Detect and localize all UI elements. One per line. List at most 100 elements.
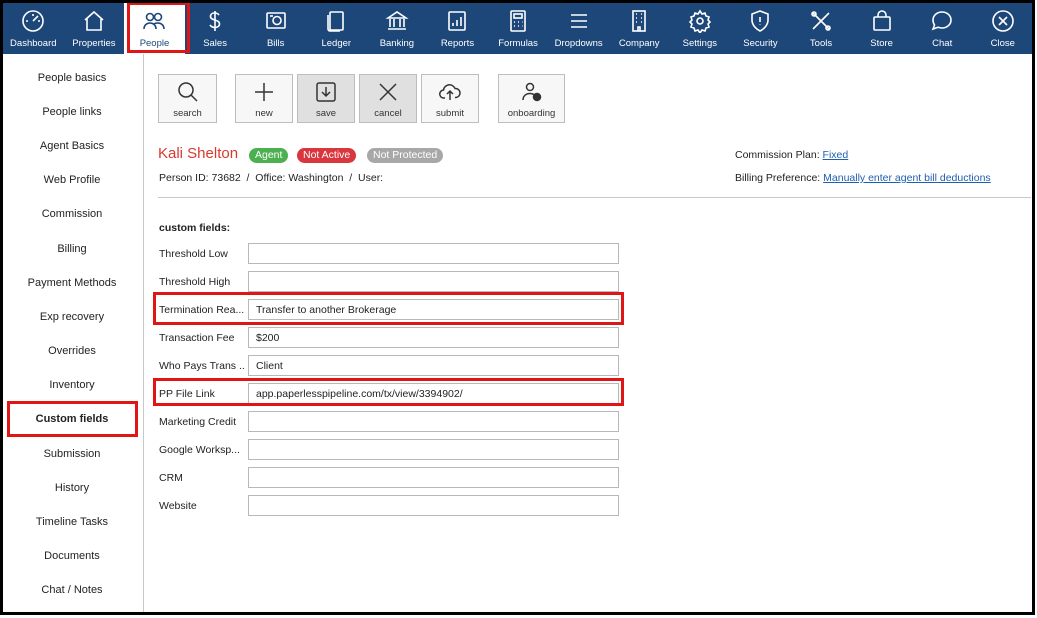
nav-label: Store (870, 38, 893, 49)
nav-security[interactable]: Security (730, 3, 791, 54)
nav-label: Banking (379, 38, 415, 49)
crm-input[interactable] (248, 467, 619, 488)
nav-label: Reports (440, 38, 475, 49)
nav-sales[interactable]: Sales (185, 3, 246, 54)
sidebar-item-people-links[interactable]: People links (3, 106, 141, 118)
save-icon (314, 79, 338, 105)
close-icon (991, 7, 1015, 35)
commission-plan-info: Commission Plan: Fixed (735, 149, 848, 161)
nav-company[interactable]: Company (609, 3, 670, 54)
cancel-button[interactable]: cancel (359, 74, 417, 123)
nav-settings[interactable]: Settings (670, 3, 731, 54)
commission-plan-link[interactable]: Fixed (823, 149, 849, 161)
who-pays-input[interactable] (248, 355, 619, 376)
threshold-high-input[interactable] (248, 271, 619, 292)
nav-label: Close (990, 38, 1015, 49)
sidebar-item-commission[interactable]: Commission (3, 208, 141, 220)
google-workspace-input[interactable] (248, 439, 619, 460)
save-label: save (315, 108, 337, 119)
nav-reports[interactable]: Reports (427, 3, 488, 54)
people-icon (142, 7, 166, 35)
field-label-website: Website (159, 500, 197, 512)
field-label-marketing-credit: Marketing Credit (159, 416, 237, 428)
person-id-line: Person ID: 73682 / Office: Washington / … (159, 172, 384, 184)
nav-properties[interactable]: Properties (64, 3, 125, 54)
header-divider (158, 197, 1031, 198)
bill-icon (264, 7, 288, 35)
protection-status-badge: Not Protected (367, 148, 444, 163)
marketing-credit-input[interactable] (248, 411, 619, 432)
sidebar-item-documents[interactable]: Documents (3, 550, 141, 562)
nav-chat[interactable]: Chat (912, 3, 973, 54)
nav-label: Tools (809, 38, 833, 49)
nav-label: Dashboard (10, 38, 57, 49)
billing-preference-info: Billing Preference: Manually enter agent… (735, 172, 991, 184)
nav-dropdowns[interactable]: Dropdowns (548, 3, 609, 54)
nav-dashboard[interactable]: Dashboard (3, 3, 64, 54)
sidebar-item-billing[interactable]: Billing (3, 243, 141, 255)
sidebar-item-exp-recovery[interactable]: Exp recovery (3, 311, 141, 323)
nav-label: People (139, 38, 170, 49)
transaction-fee-input[interactable] (248, 327, 619, 348)
field-label-who-pays: Who Pays Trans ... (159, 360, 245, 372)
nav-store[interactable]: Store (851, 3, 912, 54)
nav-label: Ledger (321, 38, 352, 49)
nav-label: Sales (203, 38, 227, 49)
app-window: Dashboard Properties People Sales Bills … (0, 0, 1037, 618)
field-label-pp-file-link: PP File Link (159, 388, 215, 400)
sidebar-item-web-profile[interactable]: Web Profile (3, 174, 141, 186)
field-label-transaction-fee: Transaction Fee (159, 332, 235, 344)
plus-icon (252, 79, 276, 105)
menu-icon (567, 7, 591, 35)
billing-preference-link[interactable]: Manually enter agent bill deductions (823, 172, 991, 184)
sidebar-item-overrides[interactable]: Overrides (3, 345, 141, 357)
nav-label: Bills (266, 38, 285, 49)
x-icon (376, 79, 400, 105)
threshold-low-input[interactable] (248, 243, 619, 264)
cancel-label: cancel (374, 108, 402, 119)
nav-people[interactable]: People (124, 3, 185, 54)
nav-close[interactable]: Close (973, 3, 1034, 54)
field-label-crm: CRM (159, 472, 183, 484)
nav-ledger[interactable]: Ledger (306, 3, 367, 54)
sidebar-item-history[interactable]: History (3, 482, 141, 494)
search-label: search (173, 108, 202, 119)
new-button[interactable]: new (235, 74, 293, 123)
bank-icon (385, 7, 409, 35)
sidebar-item-payment-methods[interactable]: Payment Methods (3, 277, 141, 289)
sidebar-item-custom-fields[interactable]: Custom fields (3, 413, 141, 425)
nav-label: Security (743, 38, 778, 49)
chat-icon (930, 7, 954, 35)
nav-formulas[interactable]: Formulas (488, 3, 549, 54)
active-status-badge: Not Active (297, 148, 357, 163)
nav-label: Settings (682, 38, 717, 49)
custom-fields-title: custom fields: (159, 222, 231, 234)
save-button[interactable]: save (297, 74, 355, 123)
nav-label: Dropdowns (554, 38, 603, 49)
sidebar-item-inventory[interactable]: Inventory (3, 379, 141, 391)
onboarding-button[interactable]: onboarding (498, 74, 565, 123)
bag-icon (870, 7, 894, 35)
nav-banking[interactable]: Banking (367, 3, 428, 54)
sidebar-item-people-basics[interactable]: People basics (3, 72, 141, 84)
nav-label: Company (618, 38, 660, 49)
nav-tools[interactable]: Tools (791, 3, 852, 54)
sidebar-item-timeline-tasks[interactable]: Timeline Tasks (3, 516, 141, 528)
field-label-google-workspace: Google Worksp... (159, 444, 240, 456)
submit-button[interactable]: submit (421, 74, 479, 123)
nav-bills[interactable]: Bills (245, 3, 306, 54)
termination-reason-input[interactable] (248, 299, 619, 320)
sidebar: People basics People links Agent Basics … (3, 54, 144, 615)
website-input[interactable] (248, 495, 619, 516)
sidebar-item-chat-notes[interactable]: Chat / Notes (3, 584, 141, 596)
search-button[interactable]: search (158, 74, 217, 123)
sidebar-item-agent-basics[interactable]: Agent Basics (3, 140, 141, 152)
sidebar-item-submission[interactable]: Submission (3, 448, 141, 460)
nav-label: Formulas (498, 38, 538, 49)
house-icon (82, 7, 106, 35)
pp-file-link-input[interactable] (248, 383, 619, 404)
field-label-threshold-low: Threshold Low (159, 248, 228, 260)
person-name: Kali Shelton (158, 145, 239, 162)
submit-label: submit (436, 108, 464, 119)
nav-label: Chat (932, 38, 953, 49)
